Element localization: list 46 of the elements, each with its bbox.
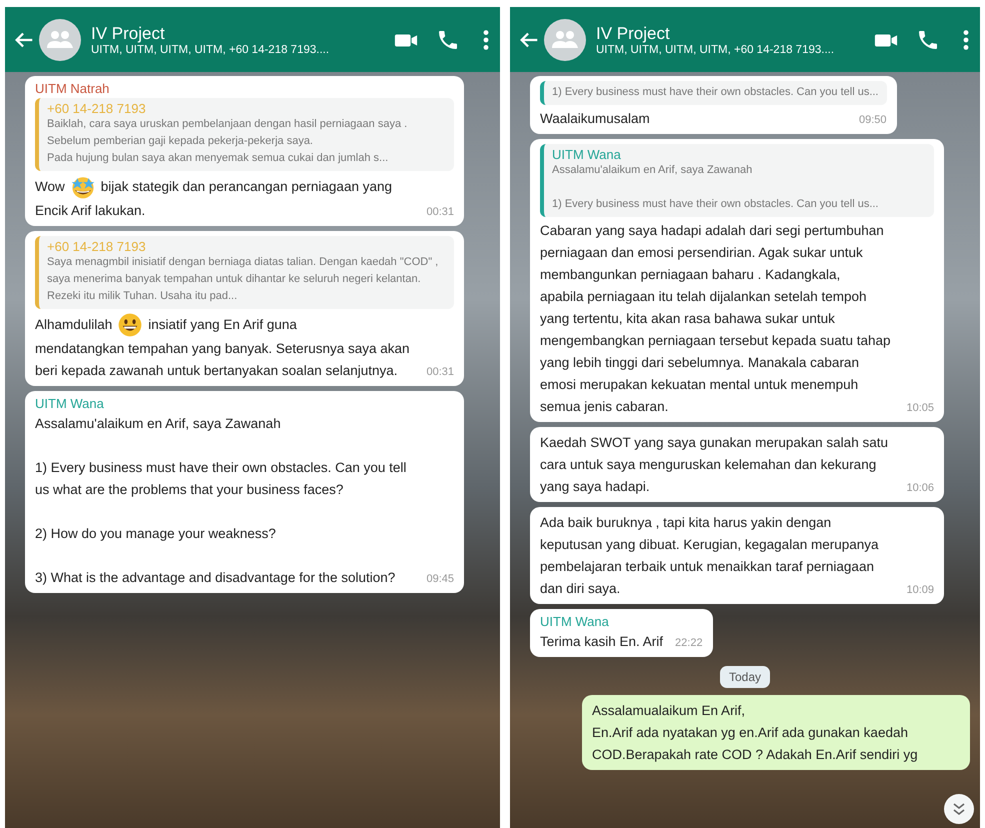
message-text: bijak stategik dan perancangan perniagaan yang — [100, 178, 392, 196]
message-time: 22:22 — [675, 636, 703, 650]
quoted-text: Baiklah, cara saya uruskan pembelanjaan dengan hasil perniagaan saya . Sebelum pemberian gaji kepada pekerja-pekerja saya. Pada hujung bulan saya akan menyemak semua cukai dan jumlah s... — [47, 117, 408, 166]
message-text: Terima kasih En. Arif — [540, 633, 664, 651]
quoted-text: Assalamu'alaikum en Arif, saya Zawanah 1) Every business must have their own obstacles. Can you tell us... — [552, 163, 880, 212]
sender-name: UITM Wana — [35, 396, 105, 411]
message-text: Wow — [35, 178, 65, 196]
message-text: Assalamualaikum En Arif, En.Arif ada nyatakan yg en.Arif ada gunakan kaedah COD.Berapakah rate COD ? Adakah En.Arif sendiri yg — [592, 702, 919, 764]
grinning-emoji-icon — [117, 312, 144, 338]
double-chevron-icon — [951, 801, 967, 817]
quoted-author: +60 14-218 7193 — [47, 239, 147, 254]
quoted-text: Saya menagmbil inisiatif dengan berniaga diatas talian. Dengan kaedah "COD" , saya menerima banyak tempahan untuk dihantar ke seluruh negeri kelantan. Rezeki itu milik Tuhan. Usaha itu pad... — [47, 255, 440, 304]
sender-name: UITM Wana — [540, 614, 610, 629]
message-time: 09:45 — [426, 572, 454, 586]
message-text: Ada baik buruknya , tapi kita harus yakin dengan keputusan yang dibuat. Kerugian, kegagalan merupanya pembelajaran terbaik untuk menaikkan taraf perniagaan dan diri saya. — [540, 514, 880, 598]
message-time: 09:50 — [858, 113, 886, 127]
quoted-message[interactable] — [35, 236, 454, 309]
group-avatar-icon[interactable] — [39, 18, 81, 60]
quoted-message[interactable]: 1) Every business must have their own obstacles. Can you tell us... — [540, 81, 886, 105]
message-text: Waalaikumusalam — [540, 110, 651, 128]
message-text: Encik Arif lakukan. — [35, 202, 146, 220]
message-text: insiatif yang En Arif guna — [148, 316, 297, 334]
more-menu-icon[interactable] — [482, 28, 490, 52]
chat-members: UITM, UITM, UITM, UITM, +60 14-218 7193.... — [596, 44, 836, 56]
message-text: Cabaran yang saya hadapi adalah dari segi pertumbuhan perniagaan dan emosi persendirian. Agak sukar untuk membangunkan perniagaan baharu . Kadangkala, apabila perniagaan itu telah dijalankan setelah tempoh yang tertentu, kita akan rasa bahawa sukar untuk mengembangkan perniagaan tersebut kepada suatu tahap yang lebih tinggi dari sebelumnya. Manakala cabaran emosi merupakan kekuatan mental untuk menempuh semua jenis cabaran. — [540, 222, 892, 416]
more-menu-icon[interactable] — [962, 28, 970, 52]
sender-name: UITM Natrah — [35, 81, 110, 96]
chat-members: UITM, UITM, UITM, UITM, +60 14-218 7193.... — [91, 44, 330, 56]
chat-title: IV Project — [596, 24, 671, 44]
message-time: 00:31 — [426, 205, 454, 219]
message-text: Kaedah SWOT yang saya gunakan merupakan salah satu cara untuk saya menguruskan kelemahan dan kekurang yang saya hadapi. — [540, 434, 889, 496]
quoted-message[interactable] — [35, 98, 454, 171]
quoted-author: UITM Wana — [552, 147, 622, 162]
message-time: 10:09 — [906, 583, 934, 597]
date-chip: Today — [720, 666, 770, 688]
message-time: 10:05 — [906, 401, 934, 415]
message-time: 00:31 — [426, 365, 454, 379]
message-text: Alhamdulilah — [35, 316, 112, 334]
message-text: Assalamu'alaikum en Arif, saya Zawanah 1) Every business must have their own obstacles. Can you tell us what are the problems that your business faces? 2) How do you manage your weakness? 3) What is the advantage and disadvantage for the solution? — [35, 415, 408, 587]
quoted-text: 1) Every business must have their own obstacles. Can you tell us... — [552, 85, 878, 100]
message-text: mendatangkan tempahan yang banyak. Seterusnya saya akan beri kepada zawanah untuk bertanyakan soalan selanjutnya. — [35, 340, 411, 380]
quoted-message[interactable]: UITM Wana Assalamu'alaikum en Arif, saya Zawanah 1) Every business must have their own obstacles. Can you tell us... — [540, 144, 934, 217]
quoted-author: +60 14-218 7193 — [47, 101, 147, 116]
group-avatar-icon[interactable] — [544, 18, 586, 60]
message-time: 10:06 — [906, 481, 934, 495]
chat-title: IV Project — [91, 24, 166, 44]
